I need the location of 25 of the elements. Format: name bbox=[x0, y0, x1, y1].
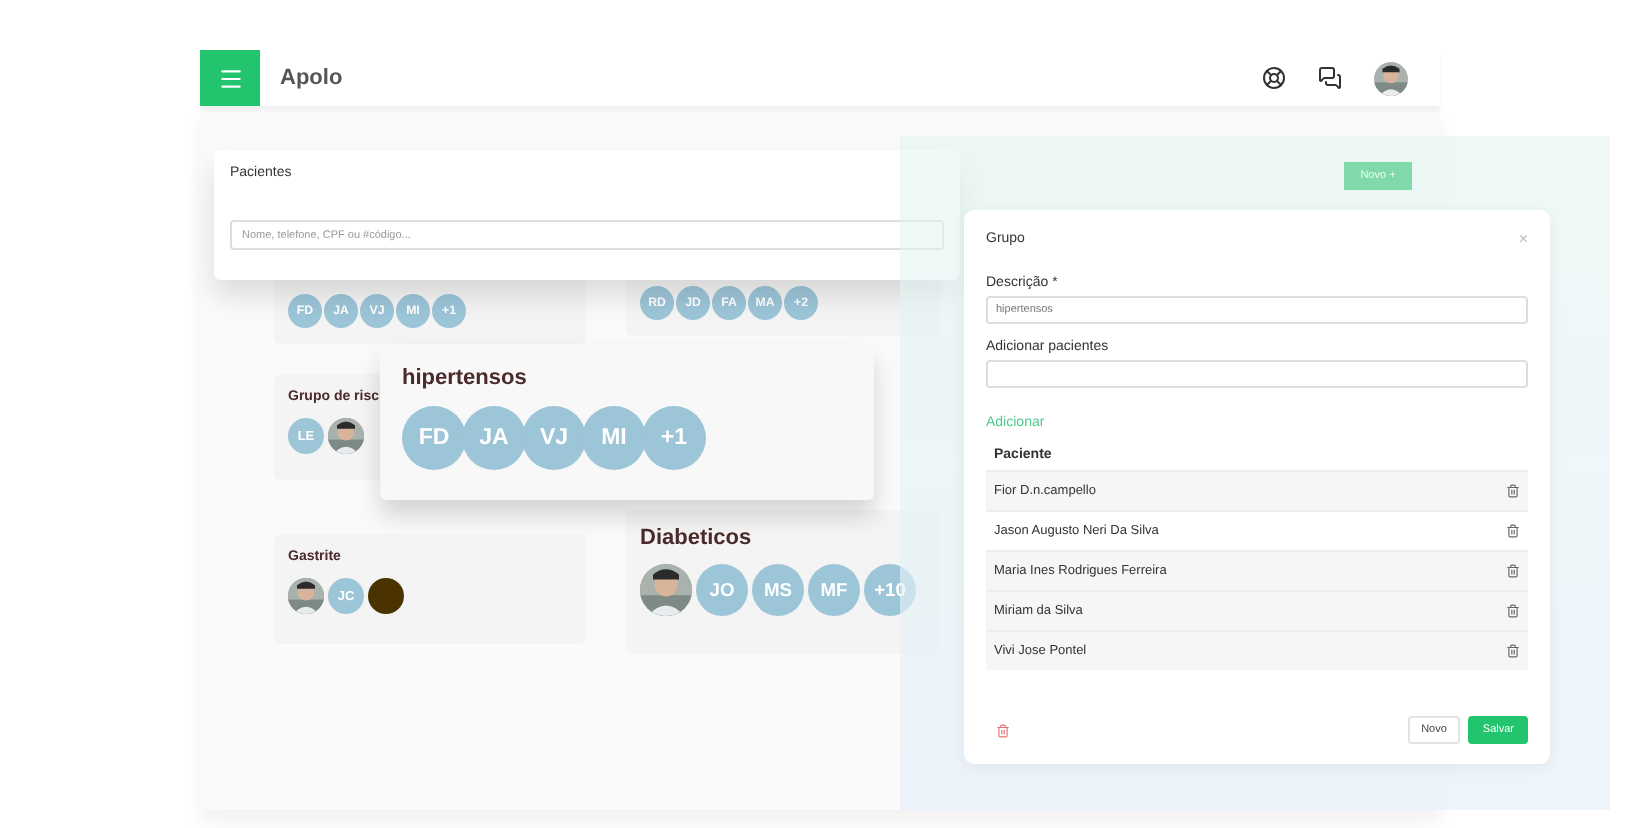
avatar: JA bbox=[462, 406, 526, 470]
menu-icon bbox=[217, 65, 243, 91]
delete-icon[interactable] bbox=[1506, 644, 1520, 658]
avatar bbox=[368, 578, 404, 614]
avatar: MF bbox=[808, 564, 860, 616]
avatar: VJ bbox=[522, 406, 586, 470]
avatar: +10 bbox=[864, 564, 916, 616]
avatar: MS bbox=[752, 564, 804, 616]
app-name: Apolo bbox=[280, 66, 345, 90]
group-title: hipertensos bbox=[402, 366, 529, 390]
chat-icon[interactable] bbox=[1318, 66, 1342, 90]
help-icon[interactable] bbox=[1262, 66, 1286, 90]
patients-field[interactable] bbox=[986, 360, 1528, 388]
delete-icon[interactable] bbox=[1506, 564, 1520, 578]
avatar: MI bbox=[582, 406, 646, 470]
delete-icon[interactable] bbox=[1506, 484, 1520, 498]
avatar: +1 bbox=[642, 406, 706, 470]
group-title: Diabeticos bbox=[640, 526, 754, 550]
close-button[interactable]: × bbox=[1518, 230, 1528, 248]
avatar-button[interactable] bbox=[1374, 61, 1408, 95]
avatar: FD bbox=[402, 406, 466, 470]
delete-icon[interactable] bbox=[1506, 604, 1520, 618]
avatar: JO bbox=[696, 564, 748, 616]
delete-icon[interactable] bbox=[996, 723, 1010, 737]
delete-icon[interactable] bbox=[1506, 524, 1520, 538]
